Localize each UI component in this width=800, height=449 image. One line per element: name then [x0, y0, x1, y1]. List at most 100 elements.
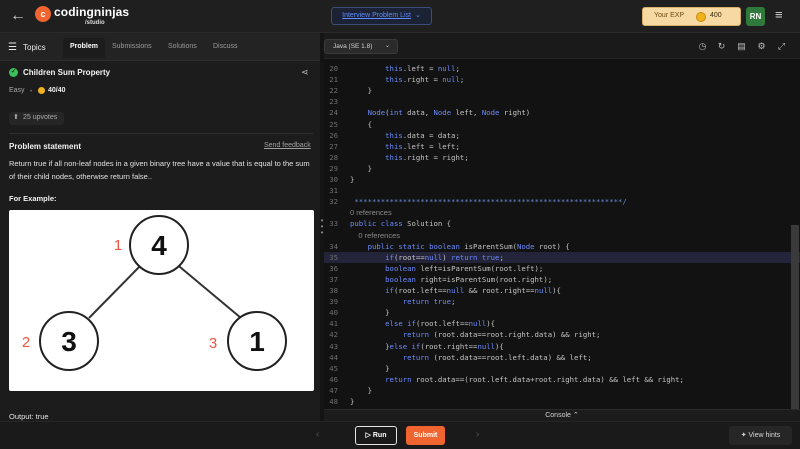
fullscreen-icon[interactable]: ⤢: [776, 41, 787, 52]
exp-value: 400: [710, 12, 722, 19]
line-number: 43: [329, 341, 338, 351]
line-number: 33: [329, 219, 338, 229]
chevron-right-icon[interactable]: ›: [476, 429, 479, 440]
brand-subtitle: /studio: [85, 20, 105, 26]
code-line[interactable]: 32 *************************************…: [324, 196, 800, 207]
hamburger-menu-icon[interactable]: ≡: [775, 8, 789, 21]
line-number: 22: [329, 86, 338, 96]
console-toggle[interactable]: Console ⌃: [324, 409, 800, 421]
code-text: boolean left=isParentSum(root.left);: [385, 263, 544, 273]
code-line[interactable]: 44 return (root.data==root.left.data) &&…: [324, 352, 800, 363]
reset-icon[interactable]: ↻: [716, 41, 727, 52]
line-number: 31: [329, 186, 338, 196]
tree-node-value: 4: [151, 230, 167, 261]
tab-solutions[interactable]: Solutions: [168, 41, 197, 61]
upvote-button[interactable]: ⬆ 25 upvotes: [9, 112, 64, 125]
line-number: 40: [329, 308, 338, 318]
editor-toolbar: Java (SE 1.8) ⌄ ◷ ↻ ▤ ⚙ ⤢: [324, 33, 800, 59]
code-line[interactable]: 42 return (root.data==root.right.data) &…: [324, 329, 800, 340]
line-number: 47: [329, 385, 338, 395]
code-line[interactable]: 48}: [324, 396, 800, 407]
divider: [9, 133, 313, 134]
code-line[interactable]: 24 Node(int data, Node left, Node right): [324, 107, 800, 118]
tree-node-value: 3: [61, 326, 77, 357]
upvote-count: 25 upvotes: [23, 114, 58, 121]
code-line[interactable]: 34 public static boolean isParentSum(Nod…: [324, 241, 800, 252]
code-line[interactable]: 43 }else if(root.right==null){: [324, 341, 800, 352]
send-feedback-link[interactable]: Send feedback: [264, 142, 311, 149]
code-line[interactable]: 25 {: [324, 119, 800, 130]
back-arrow-icon[interactable]: ←: [10, 7, 28, 25]
language-select[interactable]: Java (SE 1.8) ⌄: [324, 39, 398, 54]
line-number: 30: [329, 175, 338, 184]
binary-tree-diagram: 4 3 1 1 2 3: [22, 215, 287, 371]
code-line[interactable]: 28 this.right = right;: [324, 152, 800, 163]
tab-submissions[interactable]: Submissions: [112, 41, 152, 61]
view-hints-button[interactable]: ✦ View hints: [729, 426, 792, 445]
code-line[interactable]: 46 return root.data==(root.left.data+roo…: [324, 374, 800, 385]
avatar[interactable]: RN: [746, 7, 765, 26]
code-text: boolean right=isParentSum(root.right);: [385, 274, 553, 284]
run-button[interactable]: ▷ Run: [355, 426, 397, 445]
chevron-left-icon[interactable]: ‹: [316, 429, 319, 440]
separator-dot: •: [30, 89, 33, 95]
code-line[interactable]: 33 public class Solution {: [324, 218, 800, 229]
code-text: this.right = null;: [385, 75, 465, 85]
code-line[interactable]: 36 boolean left=isParentSum(root.left);: [324, 263, 800, 274]
action-bar: ‹ ▷ Run Submit › ✦ View hints: [0, 421, 800, 449]
code-line[interactable]: 22 }: [324, 85, 800, 96]
code-line[interactable]: 35 if(root==null) return true;: [324, 251, 800, 263]
code-line[interactable]: 23: [324, 96, 800, 107]
chevron-down-icon: ⌄: [384, 43, 390, 49]
upvote-arrow-icon: ⬆: [13, 114, 19, 121]
code-text: return (root.data==root.right.data) && r…: [402, 330, 601, 340]
code-line[interactable]: 21 this.right = null;: [324, 74, 800, 85]
code-line[interactable]: 29 }: [324, 163, 800, 174]
code-text: }: [350, 86, 372, 96]
code-text: 0 references: [350, 208, 392, 218]
settings-gear-icon[interactable]: ⚙: [756, 41, 767, 52]
code-line[interactable]: 47 }: [324, 385, 800, 396]
problem-list-dropdown[interactable]: Interview Problem List ⌄: [331, 7, 432, 25]
code-line[interactable]: 41 else if(root.left==null){: [324, 318, 800, 329]
line-number: 48: [329, 397, 338, 406]
topics-toggle[interactable]: ☰ Topics: [8, 42, 46, 53]
submit-button[interactable]: Submit: [406, 426, 445, 445]
problem-title: Children Sum Property: [23, 68, 111, 77]
code-line[interactable]: 30}: [324, 174, 800, 185]
tree-node-label: 1: [114, 237, 122, 254]
code-line[interactable]: 31: [324, 185, 800, 196]
code-text: Node(int data, Node left, Node right): [367, 108, 531, 118]
problem-statement-text: Return true if all non-leaf nodes in a g…: [9, 159, 310, 181]
code-line[interactable]: 45 }: [324, 363, 800, 374]
code-line[interactable]: 37 boolean right=isParentSum(root.right)…: [324, 274, 800, 285]
line-number: 29: [329, 163, 338, 173]
notes-icon[interactable]: ▤: [736, 41, 747, 52]
lightbulb-icon: ✦: [740, 432, 749, 439]
code-line[interactable]: 39 return true;: [324, 296, 800, 307]
editor-scrollbar[interactable]: [791, 225, 799, 417]
code-line[interactable]: 38 if(root.left==null && root.right==nul…: [324, 285, 800, 296]
code-line[interactable]: 27 this.left = left;: [324, 141, 800, 152]
code-text: public static boolean isParentSum(Node r…: [367, 241, 570, 251]
line-number: 46: [329, 374, 338, 384]
code-editor-panel: Java (SE 1.8) ⌄ ◷ ↻ ▤ ⚙ ⤢ 20 this.left = …: [324, 33, 800, 421]
tree-node-label: 2: [22, 334, 30, 351]
code-text: }: [350, 363, 390, 373]
chevron-down-icon: ⌄: [414, 12, 421, 19]
exp-badge[interactable]: Your EXP 400: [642, 7, 741, 26]
timer-icon[interactable]: ◷: [697, 41, 708, 52]
code-lens-references: 0 references: [324, 207, 800, 218]
code-line[interactable]: 40 }: [324, 307, 800, 318]
coin-icon: [38, 87, 45, 94]
code-line[interactable]: 26 this.data = data;: [324, 130, 800, 141]
code-area[interactable]: 20 this.left = null; 21 this.right = null…: [324, 59, 800, 409]
share-icon[interactable]: ⋖: [301, 67, 309, 78]
code-text: }: [350, 175, 355, 184]
code-text: if(root==null) return true;: [385, 252, 504, 262]
tab-problem[interactable]: Problem: [63, 38, 105, 58]
code-line[interactable]: 20 this.left = null;: [324, 63, 800, 74]
tab-discuss[interactable]: Discuss: [213, 41, 238, 61]
line-number: 25: [329, 119, 338, 129]
tree-edge-left: [88, 261, 145, 319]
